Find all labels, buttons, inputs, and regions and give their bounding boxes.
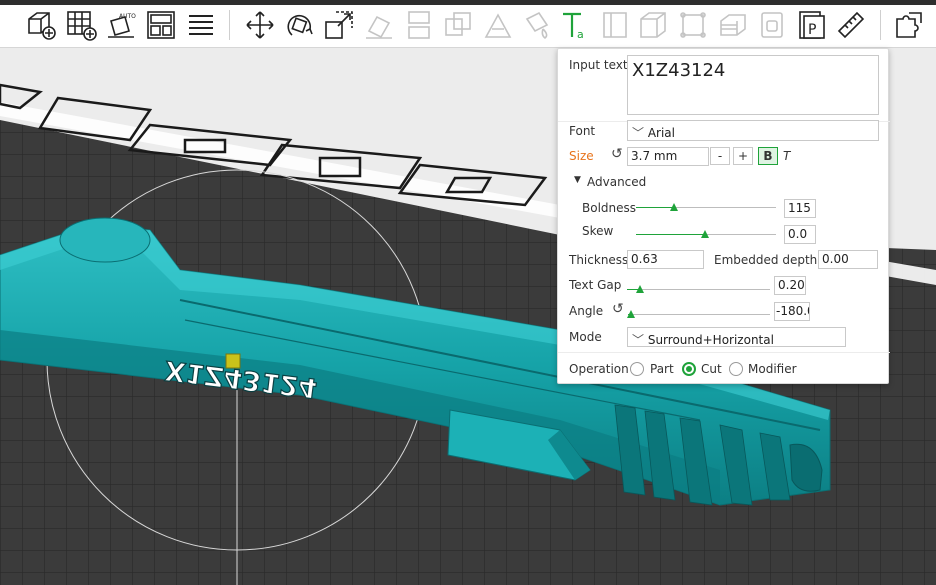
mode-value: Surround+Horizontal — [647, 333, 774, 347]
split-icon[interactable] — [402, 8, 436, 42]
skew-slider[interactable] — [636, 230, 776, 238]
layers-icon[interactable] — [184, 8, 218, 42]
advanced-label[interactable]: Advanced — [587, 175, 646, 189]
size-decrease-button[interactable]: - — [710, 147, 730, 165]
scale-icon[interactable] — [322, 8, 356, 42]
chevron-down-icon: ﹀ — [632, 333, 648, 347]
reset-icon[interactable]: ↺ — [611, 146, 623, 162]
slider-thumb[interactable] — [627, 310, 635, 318]
slider-thumb[interactable] — [701, 230, 709, 238]
skew-input[interactable]: 0.0 — [784, 225, 816, 244]
arrange-icon[interactable] — [144, 8, 178, 42]
top-toolbar: AUTO a P — [0, 0, 936, 48]
advanced-toggle-icon[interactable]: ▼ — [574, 175, 581, 185]
seam-paint-icon[interactable] — [520, 8, 554, 42]
embedded-depth-label: Embedded depth — [714, 253, 818, 267]
italic-button[interactable]: T — [783, 149, 790, 163]
toolbar-top-edge — [0, 0, 936, 5]
thickness-input[interactable]: 0.63 — [627, 250, 704, 269]
add-cube-icon[interactable] — [24, 8, 58, 42]
svg-text:P: P — [808, 22, 816, 38]
boldness-slider[interactable] — [636, 203, 776, 211]
input-text-label: Input text — [569, 58, 628, 72]
measure-icon[interactable] — [834, 8, 868, 42]
size-input[interactable]: 3.7 mm — [627, 147, 709, 166]
text-tool-icon[interactable]: a — [558, 8, 592, 42]
slider-fill — [636, 234, 705, 235]
chevron-down-icon: ﹀ — [632, 126, 648, 140]
toolbar-separator — [880, 10, 881, 40]
reset-icon[interactable]: ↺ — [612, 301, 624, 317]
text-gap-slider[interactable] — [627, 285, 770, 293]
thickness-label: Thickness — [569, 253, 629, 267]
angle-input[interactable]: -180.0 — [774, 302, 810, 321]
boldness-input[interactable]: 115 — [784, 199, 816, 218]
slider-fill — [636, 207, 674, 208]
auto-orient-icon[interactable]: AUTO — [104, 8, 138, 42]
add-plate-icon[interactable] — [64, 8, 98, 42]
operation-part-label[interactable]: Part — [650, 362, 674, 376]
svg-text:a: a — [577, 28, 584, 41]
cut-icon[interactable] — [441, 8, 475, 42]
text-tool-panel: Input text X1Z43124 Font ﹀ Arial Size ↺ … — [557, 48, 890, 384]
boldness-label: Boldness — [582, 201, 637, 215]
variable-layer-icon[interactable] — [598, 8, 632, 42]
angle-slider[interactable] — [627, 310, 770, 318]
auto-label: AUTO — [119, 13, 136, 20]
slider-thumb[interactable] — [670, 203, 678, 211]
slice-icon[interactable] — [716, 8, 750, 42]
slider-thumb[interactable] — [636, 285, 644, 293]
mode-label: Mode — [569, 330, 602, 344]
bold-button[interactable]: B — [758, 147, 778, 165]
puzzle-icon[interactable] — [892, 8, 926, 42]
skew-label: Skew — [582, 224, 614, 238]
size-label: Size — [569, 149, 594, 163]
move-icon[interactable] — [243, 8, 277, 42]
lay-on-face-icon[interactable] — [362, 8, 396, 42]
operation-modifier-radio[interactable] — [729, 362, 743, 376]
input-text-field[interactable]: X1Z43124 — [627, 55, 879, 115]
gizmo-handle[interactable] — [225, 353, 241, 369]
embedded-depth-input[interactable]: 0.00 — [818, 250, 878, 269]
operation-part-radio[interactable] — [630, 362, 644, 376]
mode-select[interactable]: ﹀ Surround+Horizontal — [627, 327, 846, 347]
text-gap-label: Text Gap — [569, 278, 622, 292]
operation-modifier-label[interactable]: Modifier — [748, 362, 797, 376]
rotate-icon[interactable] — [283, 8, 317, 42]
operation-cut-radio[interactable] — [682, 362, 696, 376]
divider — [558, 352, 890, 353]
support-paint-icon[interactable] — [481, 8, 515, 42]
assembly-icon[interactable] — [676, 8, 710, 42]
font-select[interactable]: ﹀ Arial — [627, 120, 879, 141]
operation-label: Operation — [569, 362, 629, 376]
ps-icon[interactable]: P — [794, 8, 828, 42]
text-gap-input[interactable]: 0.20 — [774, 276, 806, 295]
box-icon[interactable] — [636, 8, 670, 42]
operation-cut-label[interactable]: Cut — [701, 362, 722, 376]
font-label: Font — [569, 124, 596, 138]
font-value: Arial — [647, 126, 675, 140]
paint-icon[interactable] — [755, 8, 789, 42]
angle-label: Angle — [569, 304, 604, 318]
size-increase-button[interactable]: + — [733, 147, 753, 165]
toolbar-separator — [229, 10, 230, 40]
